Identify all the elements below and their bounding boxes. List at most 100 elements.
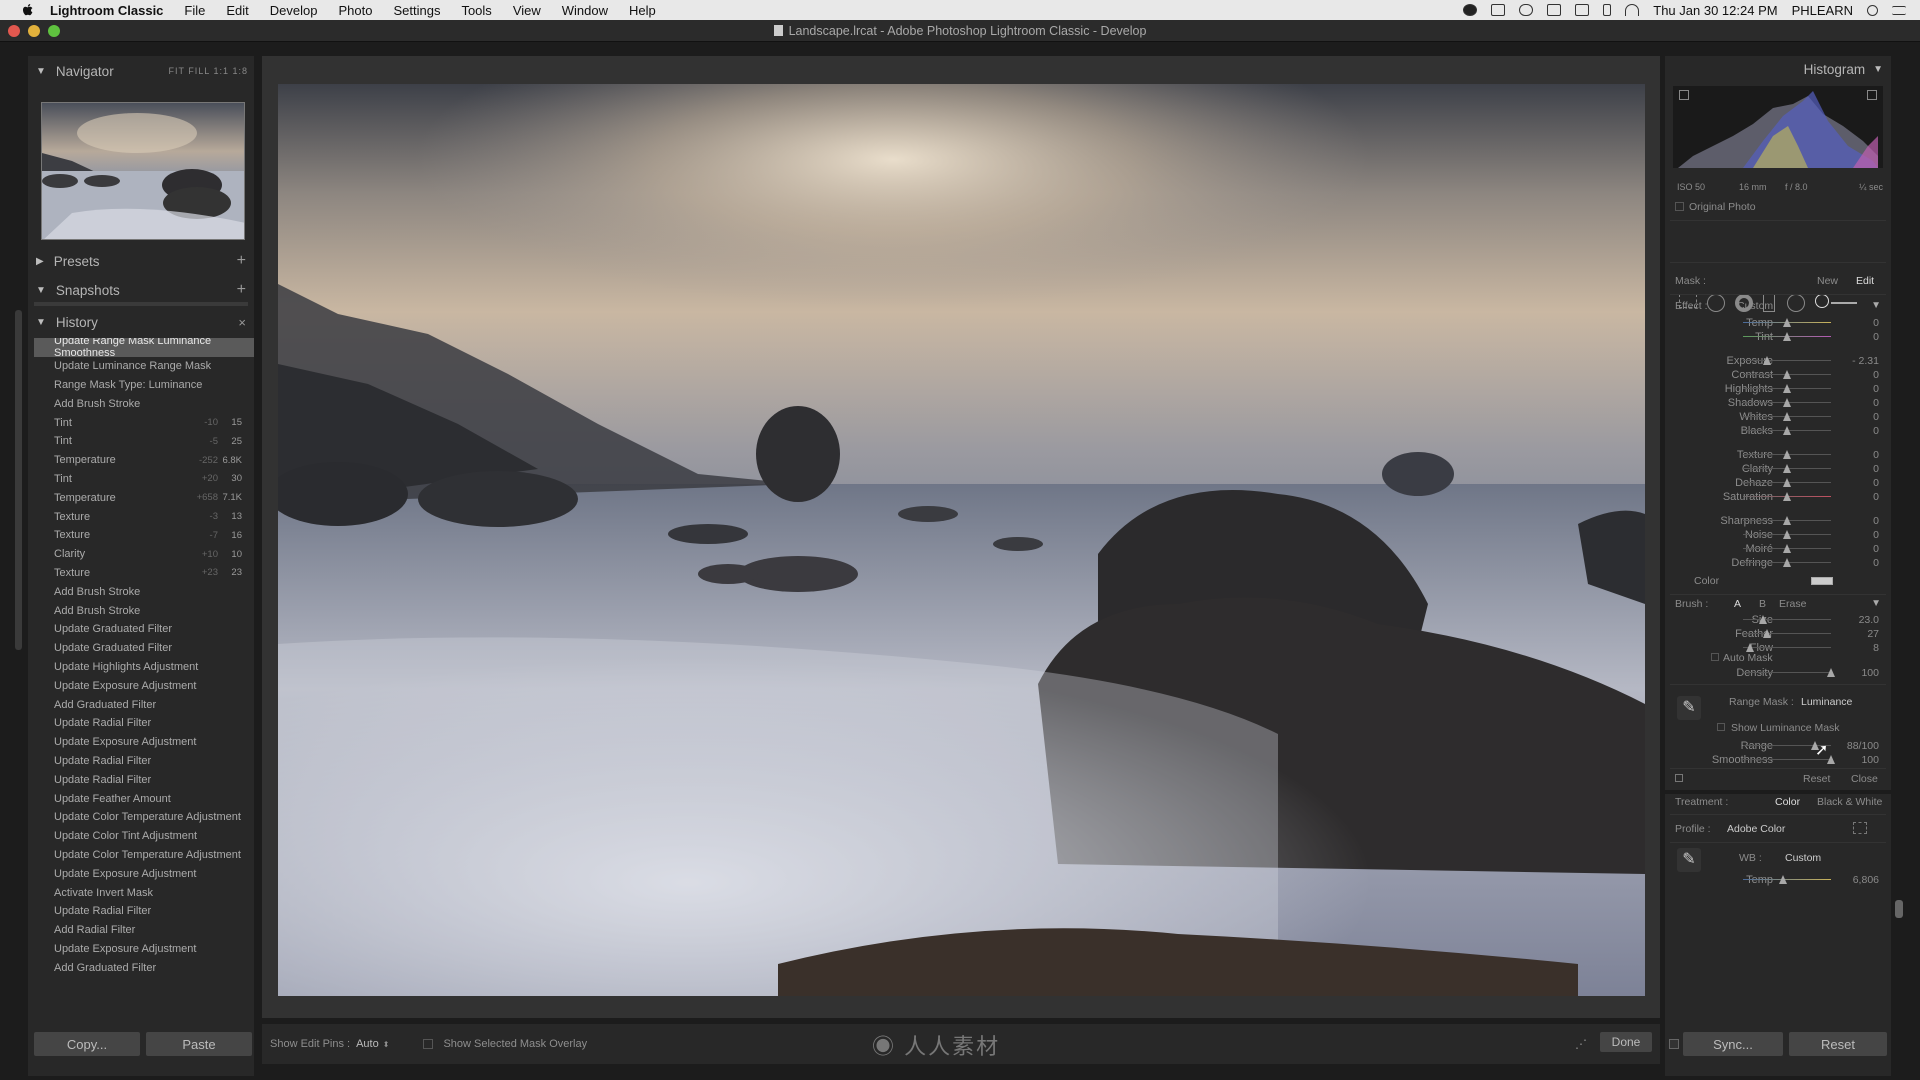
slider-thumb[interactable] — [1783, 398, 1791, 407]
history-item[interactable]: Update Color Temperature Adjustment — [34, 808, 254, 827]
density-slider[interactable]: Density 100 — [1665, 664, 1891, 681]
navigator-preview[interactable] — [41, 102, 245, 240]
slider-thumb[interactable] — [1783, 478, 1791, 487]
luminance-mask-checkbox[interactable] — [1717, 723, 1725, 731]
slider-thumb[interactable] — [1783, 370, 1791, 379]
adjustment-brush-icon[interactable] — [1815, 294, 1829, 308]
expand-triangle-icon[interactable]: ▼ — [36, 66, 46, 77]
brush-erase-button[interactable]: Erase — [1779, 598, 1806, 610]
minimize-window-button[interactable] — [28, 25, 40, 37]
mask-edit-button[interactable]: Edit — [1856, 275, 1874, 287]
chevron-down-icon[interactable]: ⬍ — [383, 1040, 390, 1049]
show-edit-pins-select[interactable]: Auto — [356, 1038, 379, 1050]
spot-removal-icon[interactable] — [1707, 294, 1725, 312]
history-item[interactable]: Activate Invert Mask — [34, 883, 254, 902]
slider-value[interactable]: 0 — [1873, 543, 1879, 555]
slider-thumb[interactable] — [1783, 450, 1791, 459]
add-snapshot-icon[interactable]: + — [237, 281, 246, 299]
history-item[interactable]: Add Graduated Filter — [34, 958, 254, 977]
slider-thumb[interactable] — [1759, 615, 1767, 624]
history-item[interactable]: Update Graduated Filter — [34, 620, 254, 639]
slider-value[interactable]: 0 — [1873, 449, 1879, 461]
history-item[interactable]: Update Color Tint Adjustment — [34, 827, 254, 846]
profile-browser-icon[interactable] — [1853, 822, 1867, 834]
history-item[interactable]: Texture +23 23 — [34, 564, 254, 583]
range-mask-select[interactable]: Luminance — [1801, 696, 1852, 708]
slider-value[interactable]: 0 — [1873, 331, 1879, 343]
slider-value[interactable]: 0 — [1873, 369, 1879, 381]
slider-value[interactable]: 0 — [1873, 397, 1879, 409]
slider-track[interactable] — [1743, 360, 1831, 361]
slider-thumb[interactable] — [1783, 384, 1791, 393]
treatment-bw-button[interactable]: Black & White — [1817, 796, 1882, 808]
slider-thumb[interactable] — [1746, 643, 1754, 652]
history-item[interactable]: Update Exposure Adjustment — [34, 733, 254, 752]
panel-toggle-icon[interactable] — [1675, 774, 1683, 782]
add-preset-icon[interactable]: + — [237, 252, 246, 270]
creative-cloud-icon[interactable] — [1519, 4, 1534, 16]
history-item[interactable]: Update Radial Filter — [34, 902, 254, 921]
paste-button[interactable]: Paste — [146, 1032, 252, 1056]
slider-track[interactable] — [1743, 672, 1831, 673]
menu-file[interactable]: File — [184, 3, 205, 18]
slider-thumb[interactable] — [1827, 668, 1835, 677]
history-item[interactable]: Add Brush Stroke — [34, 582, 254, 601]
history-item[interactable]: Texture -3 13 — [34, 507, 254, 526]
history-item[interactable]: Update Exposure Adjustment — [34, 864, 254, 883]
mask-overlay-checkbox[interactable] — [423, 1039, 434, 1049]
sync-toggle-icon[interactable] — [1669, 1039, 1679, 1049]
slider-thumb[interactable] — [1763, 356, 1771, 365]
slider-value[interactable]: 0 — [1873, 529, 1879, 541]
highlight-clipping-icon[interactable] — [1867, 90, 1877, 100]
slider-thumb[interactable] — [1783, 530, 1791, 539]
zoom-options[interactable]: FIT FILL 1:1 1:8 — [168, 66, 248, 76]
history-item[interactable]: Update Highlights Adjustment — [34, 658, 254, 677]
history-item[interactable]: Clarity +10 10 — [34, 545, 254, 564]
collapse-triangle-icon[interactable]: ▶ — [36, 256, 44, 267]
toolbar-menu-icon[interactable]: ⋰ — [1575, 1037, 1587, 1051]
slider-thumb[interactable] — [1779, 875, 1787, 884]
clear-history-icon[interactable]: × — [238, 315, 246, 330]
auto-mask-checkbox[interactable] — [1711, 653, 1719, 661]
sync-button[interactable]: Sync... — [1683, 1032, 1783, 1056]
saturation-slider[interactable]: Saturation 0 — [1665, 488, 1891, 505]
history-item[interactable]: Tint +20 30 — [34, 470, 254, 489]
slider-thumb[interactable] — [1763, 629, 1771, 638]
temp-value[interactable]: 6,806 — [1853, 874, 1879, 886]
bluetooth-icon[interactable] — [1603, 4, 1612, 16]
status-icon[interactable] — [1491, 4, 1506, 16]
history-item[interactable]: Tint -5 25 — [34, 432, 254, 451]
smoothness-slider[interactable]: Smoothness 100 — [1665, 751, 1891, 768]
history-item[interactable]: Update Range Mask Luminance Smoothness — [34, 338, 254, 359]
slider-thumb[interactable] — [1783, 332, 1791, 341]
slider-value[interactable]: 27 — [1867, 628, 1879, 640]
slider-track[interactable] — [1743, 759, 1831, 760]
menu-develop[interactable]: Develop — [270, 3, 318, 18]
status-icon[interactable] — [1547, 4, 1562, 16]
slider-thumb[interactable] — [1783, 318, 1791, 327]
slider-thumb[interactable] — [1827, 755, 1835, 764]
history-item[interactable]: Update Exposure Adjustment — [34, 940, 254, 959]
airplay-icon[interactable] — [1575, 4, 1590, 16]
navigator-header[interactable]: ▼ Navigator FIT FILL 1:1 1:8 — [28, 58, 254, 84]
range-mask-picker-icon[interactable]: ✎ — [1677, 696, 1701, 720]
close-window-button[interactable] — [8, 25, 20, 37]
history-item[interactable]: Update Graduated Filter — [34, 639, 254, 658]
slider-value[interactable]: - 2.31 — [1852, 355, 1879, 367]
slider-value[interactable]: 0 — [1873, 463, 1879, 475]
mask-new-button[interactable]: New — [1817, 275, 1838, 287]
history-item[interactable]: Add Radial Filter — [34, 921, 254, 940]
menu-view[interactable]: View — [513, 3, 541, 18]
collapse-triangle-icon[interactable]: ▼ — [1871, 300, 1881, 311]
app-menu[interactable]: Lightroom Classic — [50, 3, 163, 18]
original-photo-checkbox[interactable] — [1675, 202, 1684, 211]
brush-slider-icon[interactable] — [1831, 302, 1857, 304]
slider-value[interactable]: 0 — [1873, 425, 1879, 437]
history-item[interactable]: Temperature +658 7.1K — [34, 488, 254, 507]
wb-picker-icon[interactable]: ✎ — [1677, 848, 1701, 872]
slider-value[interactable]: 0 — [1873, 477, 1879, 489]
slider-value[interactable]: 8 — [1873, 642, 1879, 654]
left-panel-scrollbar[interactable] — [15, 310, 22, 650]
slider-track[interactable] — [1743, 619, 1831, 620]
menu-list-icon[interactable] — [1892, 5, 1906, 15]
